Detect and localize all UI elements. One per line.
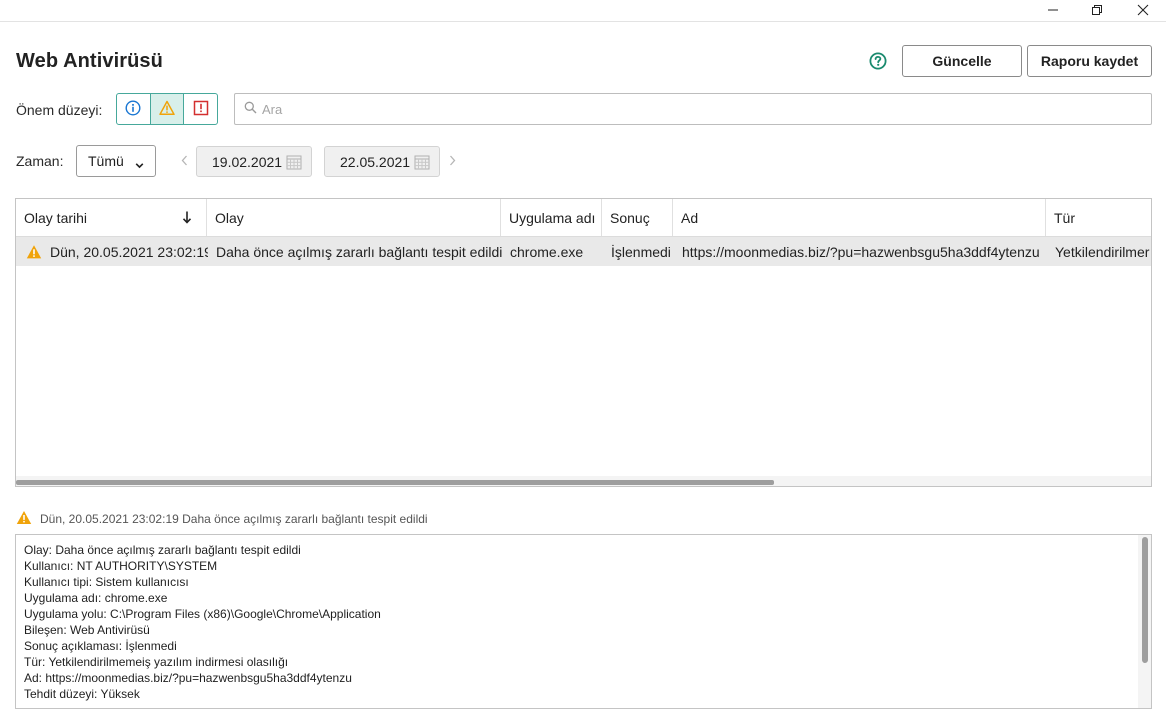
minimize-icon[interactable]	[1030, 0, 1076, 20]
table-row[interactable]: Dün, 20.05.2021 23:02:19 Daha önce açılm…	[16, 237, 1151, 266]
time-range-select[interactable]: Tümü	[76, 145, 156, 177]
column-header-name[interactable]: Ad	[673, 199, 1046, 236]
chevron-left-icon[interactable]	[179, 153, 189, 167]
restore-icon[interactable]	[1074, 0, 1120, 20]
column-header-date[interactable]: Olay tarihi	[16, 199, 207, 236]
column-header-label: Sonuç	[610, 209, 650, 226]
warning-icon	[159, 100, 175, 119]
scrollbar-thumb[interactable]	[1142, 537, 1148, 663]
chevron-right-icon[interactable]	[447, 153, 457, 167]
column-header-result[interactable]: Sonuç	[602, 199, 673, 236]
cell-result: İşlenmedi	[611, 243, 671, 260]
event-details-panel: Olay: Daha önce açılmış zararlı bağlantı…	[15, 534, 1152, 709]
severity-warning-toggle[interactable]	[150, 94, 185, 124]
search-icon	[244, 101, 257, 117]
column-header-label: Tür	[1054, 209, 1075, 226]
detail-line: Kullanıcı: NT AUTHORITY\SYSTEM	[24, 559, 218, 573]
details-text: Olay: Daha önce açılmış zararlı bağlantı…	[24, 542, 381, 702]
date-to-value: 22.05.2021	[340, 153, 411, 170]
search-input[interactable]	[262, 101, 1142, 117]
date-to-field[interactable]: 22.05.2021	[324, 146, 440, 177]
severity-label: Önem düzeyi:	[16, 102, 103, 118]
update-button[interactable]: Güncelle	[902, 45, 1022, 77]
cell-event: Daha önce açılmış zararlı bağlantı tespi…	[216, 243, 502, 260]
info-icon	[125, 99, 141, 119]
column-header-type[interactable]: Tür	[1046, 199, 1151, 236]
column-header-label: Olay	[215, 209, 244, 226]
chevron-down-icon	[135, 157, 144, 173]
calendar-icon[interactable]	[414, 154, 430, 173]
vertical-scrollbar[interactable]	[1138, 535, 1151, 708]
column-header-app[interactable]: Uygulama adı	[501, 199, 602, 236]
page-title: Web Antivirüsü	[16, 50, 163, 72]
detail-line: Sonuç açıklaması: İşlenmedi	[24, 639, 177, 653]
arrow-down-icon	[182, 211, 192, 227]
detail-line: Kullanıcı tipi: Sistem kullanıcısı	[24, 575, 189, 589]
cell-date: Dün, 20.05.2021 23:02:19	[50, 243, 208, 260]
time-range-value: Tümü	[88, 153, 124, 169]
column-header-label: Olay tarihi	[24, 209, 88, 226]
summary-text: Dün, 20.05.2021 23:02:19 Daha önce açılm…	[40, 512, 428, 526]
search-box[interactable]	[234, 93, 1152, 125]
warning-icon	[16, 510, 32, 528]
title-bar	[0, 0, 1166, 22]
column-header-event[interactable]: Olay	[207, 199, 501, 236]
detail-line: Uygulama yolu: C:\Program Files (x86)\Go…	[24, 607, 381, 621]
horizontal-scrollbar[interactable]	[16, 476, 1151, 486]
detail-line: Uygulama adı: chrome.exe	[24, 591, 168, 605]
close-icon[interactable]	[1120, 0, 1166, 20]
warning-icon	[26, 237, 44, 266]
scrollbar-thumb[interactable]	[16, 480, 774, 485]
time-label: Zaman:	[16, 153, 64, 169]
detail-line: Tehdit düzeyi: Yüksek	[24, 687, 140, 701]
save-report-button[interactable]: Raporu kaydet	[1027, 45, 1152, 77]
help-circle-icon[interactable]	[869, 52, 887, 70]
severity-info-toggle[interactable]	[117, 94, 151, 124]
calendar-icon[interactable]	[286, 154, 302, 173]
cell-type: Yetkilendirilmer	[1055, 243, 1150, 260]
column-header-label: Ad	[681, 209, 699, 226]
cell-name: https://moonmedias.biz/?pu=hazwenbsgu5ha…	[682, 243, 1040, 260]
severity-filter	[116, 93, 218, 125]
date-from-field[interactable]: 19.02.2021	[196, 146, 312, 177]
detail-line: Olay: Daha önce açılmış zararlı bağlantı…	[24, 543, 301, 557]
critical-icon	[193, 100, 209, 119]
column-header-label: Uygulama adı	[509, 209, 596, 226]
severity-critical-toggle[interactable]	[184, 94, 217, 124]
detail-line: Ad: https://moonmedias.biz/?pu=hazwenbsg…	[24, 671, 352, 685]
detail-line: Tür: Yetkilendirilmemeiş yazılım indirme…	[24, 655, 289, 669]
detail-line: Bileşen: Web Antivirüsü	[24, 623, 150, 637]
date-from-value: 19.02.2021	[212, 153, 283, 170]
events-table: Olay tarihi Olay Uygulama adı Sonuç Ad T…	[15, 198, 1152, 487]
selected-event-summary: Dün, 20.05.2021 23:02:19 Daha önce açılm…	[16, 510, 428, 528]
cell-app: chrome.exe	[510, 243, 584, 260]
table-header: Olay tarihi Olay Uygulama adı Sonuç Ad T…	[16, 199, 1151, 237]
